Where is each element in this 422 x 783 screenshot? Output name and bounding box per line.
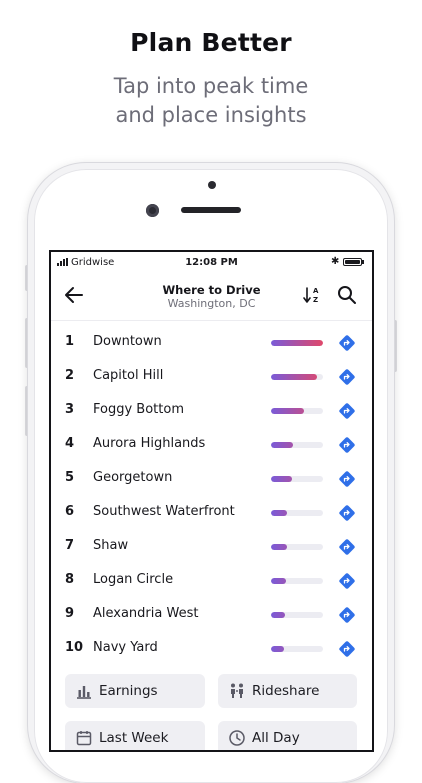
promo-subline-line-1: Tap into peak time (113, 74, 309, 98)
bar-chart-icon (77, 686, 91, 699)
place-row[interactable]: 4 Aurora Highlands (51, 427, 372, 461)
place-rank: 7 (65, 538, 75, 553)
directions-icon[interactable] (338, 402, 356, 420)
activity-bar (271, 374, 323, 380)
place-rank: 4 (65, 436, 75, 451)
place-row[interactable]: 6 Southwest Waterfront (51, 495, 372, 529)
directions-icon[interactable] (338, 470, 356, 488)
directions-icon[interactable] (338, 368, 356, 386)
place-name: Georgetown (93, 470, 173, 485)
activity-bar (271, 544, 323, 550)
service-filter-button[interactable]: Rideshare (218, 674, 357, 708)
phone-sensor (208, 181, 216, 189)
place-rank: 2 (65, 368, 75, 383)
activity-bar (271, 442, 323, 448)
activity-bar-fill (271, 340, 323, 346)
place-name: Capitol Hill (93, 368, 164, 383)
promo-subline: Tap into peak time and place insights (0, 72, 422, 130)
metric-filter-label: Earnings (99, 683, 158, 699)
place-name: Alexandria West (93, 606, 199, 621)
activity-bar (271, 408, 323, 414)
period-filter-button[interactable]: Last Week (65, 721, 205, 750)
place-row[interactable]: 8 Logan Circle (51, 563, 372, 597)
activity-bar (271, 612, 323, 618)
directions-icon[interactable] (338, 572, 356, 590)
place-rank: 6 (65, 504, 75, 519)
activity-bar (271, 476, 323, 482)
bluetooth-icon: ✱ (331, 256, 340, 267)
directions-icon[interactable] (338, 538, 356, 556)
place-name: Aurora Highlands (93, 436, 206, 451)
search-icon[interactable] (336, 284, 358, 306)
place-rank: 9 (65, 606, 75, 621)
directions-icon[interactable] (338, 640, 356, 658)
activity-bar-fill (271, 544, 288, 550)
phone-camera (146, 204, 159, 217)
place-row[interactable]: 3 Foggy Bottom (51, 393, 372, 427)
time-of-day-filter-button[interactable]: All Day (218, 721, 357, 750)
page-subtitle: Washington, DC (167, 297, 256, 310)
sort-a-z-icon[interactable]: A Z (303, 284, 323, 306)
place-row[interactable]: 2 Capitol Hill (51, 359, 372, 393)
directions-icon[interactable] (338, 606, 356, 624)
place-rank: 5 (65, 470, 75, 485)
battery-tip (362, 260, 364, 264)
nav-bar: Where to Drive Washington, DC A Z (51, 274, 372, 320)
place-name: Southwest Waterfront (93, 504, 235, 519)
place-row[interactable]: 7 Shaw (51, 529, 372, 563)
activity-bar-fill (271, 442, 293, 448)
activity-bar (271, 646, 323, 652)
directions-icon[interactable] (338, 334, 356, 352)
place-rank: 8 (65, 572, 75, 587)
place-row[interactable]: 10 Navy Yard (51, 631, 372, 665)
directions-icon[interactable] (338, 504, 356, 522)
svg-text:Z: Z (313, 296, 318, 304)
activity-bar-fill (271, 374, 317, 380)
time-of-day-filter-label: All Day (252, 730, 300, 746)
promo-subline-line-2: and place insights (115, 103, 307, 127)
metric-filter-button[interactable]: Earnings (65, 674, 205, 708)
activity-bar (271, 340, 323, 346)
directions-icon[interactable] (338, 436, 356, 454)
activity-bar-fill (271, 510, 288, 516)
period-filter-label: Last Week (99, 730, 169, 746)
calendar-icon (76, 731, 92, 746)
place-name: Shaw (93, 538, 129, 553)
place-row[interactable]: 5 Georgetown (51, 461, 372, 495)
svg-text:A: A (313, 287, 319, 295)
rideshare-icon (231, 683, 243, 698)
page-title: Where to Drive (162, 283, 261, 297)
activity-bar-fill (271, 408, 304, 414)
promo-headline: Plan Better (130, 28, 292, 57)
nav-divider (51, 320, 372, 321)
activity-bar-fill (271, 612, 286, 618)
status-time: 12:08 PM (185, 257, 238, 268)
clock-icon (229, 730, 245, 746)
service-filter-label: Rideshare (252, 683, 320, 699)
status-bar: Gridwise 12:08 PM ✱ (51, 252, 372, 272)
activity-bar (271, 578, 323, 584)
place-row[interactable]: 1 Downtown (51, 325, 372, 359)
activity-bar-fill (271, 578, 287, 584)
battery-icon (343, 258, 362, 266)
place-name: Foggy Bottom (93, 402, 184, 417)
app-screen: Gridwise 12:08 PM ✱ Where to Drive Washi… (51, 252, 372, 750)
place-rank: 3 (65, 402, 75, 417)
place-row[interactable]: 9 Alexandria West (51, 597, 372, 631)
place-name: Logan Circle (93, 572, 174, 587)
activity-bar-fill (271, 646, 284, 652)
phone-speaker (181, 207, 241, 213)
place-rank: 1 (65, 334, 75, 349)
filter-panel: Earnings Rideshare Last Week All Day (51, 662, 372, 750)
place-rank: 10 (65, 640, 84, 655)
activity-bar (271, 510, 323, 516)
activity-bar-fill (271, 476, 292, 482)
place-name: Downtown (93, 334, 162, 349)
place-name: Navy Yard (93, 640, 158, 655)
